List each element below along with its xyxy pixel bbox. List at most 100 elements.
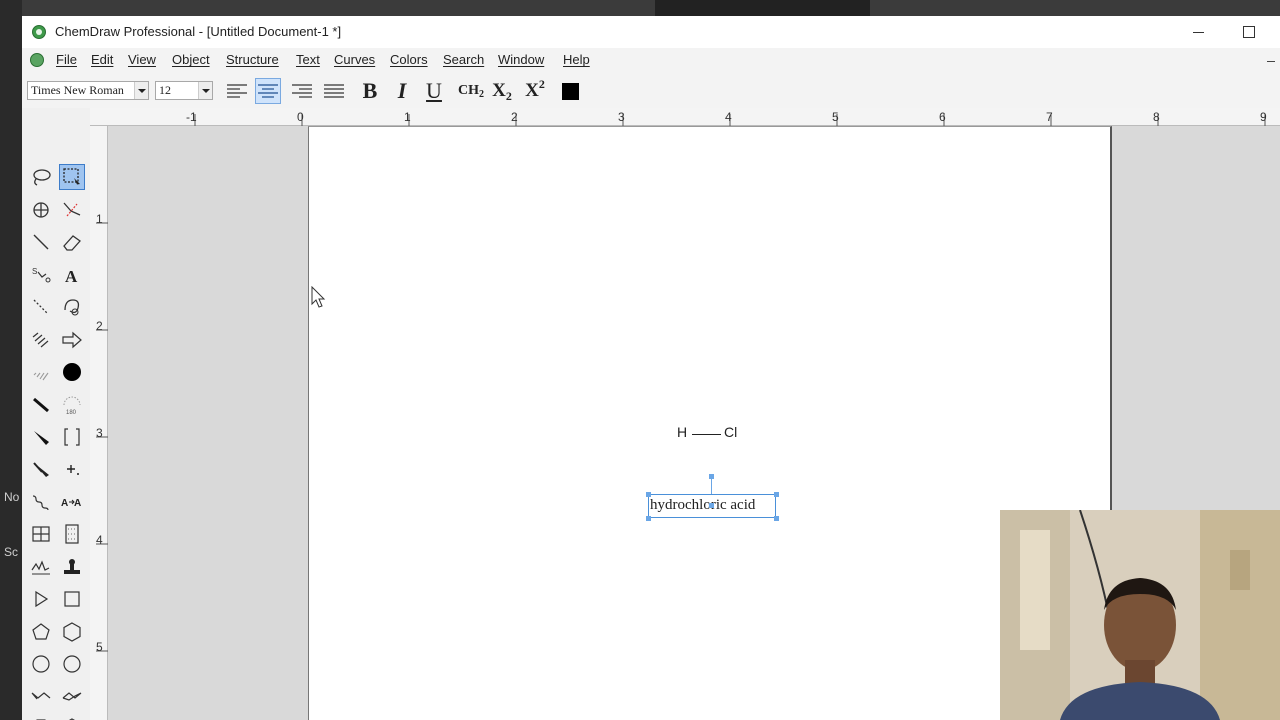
chain-tool[interactable]: S (28, 262, 54, 288)
document-page[interactable] (308, 126, 1112, 720)
selection-handle[interactable] (646, 492, 651, 497)
menu-structure[interactable]: Structure (226, 52, 279, 67)
superscript-button[interactable]: X2 (522, 76, 548, 104)
chair-tool[interactable] (28, 683, 54, 709)
tlc-plate-tool[interactable] (59, 521, 85, 547)
desktop-left-strip: No Sc (0, 0, 22, 720)
menu-help[interactable]: Help (563, 52, 590, 67)
bold-button[interactable]: B (357, 78, 383, 104)
horizontal-ruler-ticks (194, 114, 1266, 126)
table-tool[interactable] (28, 521, 54, 547)
selection-handle[interactable] (646, 516, 651, 521)
align-left-icon (227, 84, 247, 98)
menu-curves[interactable]: Curves (334, 52, 375, 67)
align-left-button[interactable] (224, 78, 250, 104)
menu-file[interactable]: File (56, 52, 77, 67)
atom-map-tool[interactable]: AA (59, 489, 85, 515)
eraser-tool[interactable] (59, 229, 85, 255)
atom-chlorine[interactable]: Cl (724, 424, 737, 440)
chair-alt-icon (62, 692, 82, 701)
superscript-digit: 2 (538, 76, 545, 91)
menu-edit[interactable]: Edit (91, 52, 113, 67)
template-stamp-tool[interactable] (59, 554, 85, 580)
pen-curve-icon (64, 299, 80, 316)
marquee-tool[interactable] (59, 164, 85, 190)
text-tool[interactable]: A (59, 262, 85, 288)
lasso-tool[interactable] (28, 164, 54, 190)
cyclooctane-tool[interactable] (28, 715, 54, 720)
chevron-down-icon[interactable] (134, 82, 148, 99)
wavy-bond-tool[interactable] (28, 489, 54, 515)
formula-label: CH (458, 83, 479, 98)
lasso-icon (33, 169, 51, 186)
horizontal-ruler: -1 0 1 2 3 4 5 6 7 8 9 (90, 108, 1280, 126)
hashed-wedge-tool[interactable] (28, 359, 54, 385)
menu-window[interactable]: Window (498, 52, 544, 67)
solid-bond-tool[interactable] (28, 229, 54, 255)
arrow-tool[interactable] (59, 327, 85, 353)
formula-subscript: 2 (479, 88, 484, 100)
minimize-button[interactable] (1183, 22, 1213, 42)
cycloheptane-tool[interactable] (59, 651, 85, 677)
mass-fragmentation-tool[interactable] (59, 197, 85, 223)
triangle-play-icon (35, 590, 49, 608)
underline-button[interactable]: U (421, 78, 447, 104)
hcl-molecule[interactable]: H Cl (676, 424, 756, 446)
font-name-select[interactable]: Times New Roman (27, 81, 149, 100)
structure-perspective-tool[interactable] (28, 197, 54, 223)
document-minimize-button[interactable] (1266, 54, 1276, 64)
pen-tool[interactable] (59, 294, 85, 320)
wedge-bond-tool[interactable] (28, 424, 54, 450)
single-bond[interactable] (692, 434, 721, 435)
menu-colors[interactable]: Colors (390, 52, 428, 67)
bracket-tool[interactable] (59, 424, 85, 450)
presenter-video-image (1000, 510, 1280, 720)
rectangle-tool[interactable] (59, 586, 85, 612)
text-color-button[interactable] (557, 78, 583, 104)
fragmentation-icon (63, 202, 81, 217)
selection-handle[interactable] (774, 516, 779, 521)
rotation-handle[interactable] (709, 474, 714, 479)
selection-handle[interactable] (774, 492, 779, 497)
document-icon[interactable] (30, 53, 44, 67)
ruler-label: 4 (96, 533, 103, 547)
font-size-select[interactable]: 12 (155, 81, 213, 100)
single-bond-icon (33, 234, 49, 250)
orbital-tool[interactable] (59, 359, 85, 385)
chair-alt-tool[interactable] (59, 683, 85, 709)
spectrum-tool[interactable] (28, 554, 54, 580)
bold-bond-tool[interactable] (28, 392, 54, 418)
benzene-tool[interactable] (59, 715, 85, 720)
align-right-button[interactable] (289, 78, 315, 104)
rotation-tool[interactable]: 180 (59, 392, 85, 418)
formula-button[interactable]: CH 2 (455, 78, 487, 104)
ruler-label: 3 (618, 110, 625, 124)
plus-charge-icon (67, 465, 79, 475)
atom-hydrogen[interactable]: H (677, 424, 687, 440)
play-tool[interactable] (28, 586, 54, 612)
dashed-bond-tool[interactable] (28, 294, 54, 320)
center-handle[interactable] (709, 503, 714, 508)
menu-text[interactable]: Text (296, 52, 320, 67)
title-bar[interactable]: ChemDraw Professional - [Untitled Docume… (22, 16, 1280, 48)
subscript-button[interactable]: X2 (489, 78, 515, 104)
align-justify-button[interactable] (321, 78, 347, 104)
menu-search[interactable]: Search (443, 52, 484, 67)
menu-view[interactable]: View (128, 52, 156, 67)
svg-text:A: A (74, 498, 81, 509)
circle-tool[interactable] (28, 651, 54, 677)
ruler-label: 4 (725, 110, 732, 124)
italic-button[interactable]: I (389, 78, 415, 104)
filled-circle-icon (63, 363, 81, 381)
caption-text[interactable]: hydrochloric acid (650, 497, 755, 514)
menu-object[interactable]: Object (172, 52, 210, 67)
hashed-bond-tool[interactable] (28, 327, 54, 353)
align-center-icon (258, 84, 278, 98)
hollow-wedge-tool[interactable] (28, 456, 54, 482)
maximize-button[interactable] (1233, 22, 1263, 42)
chevron-down-icon[interactable] (198, 82, 212, 99)
charge-tool[interactable] (59, 456, 85, 482)
align-center-button[interactable] (255, 78, 281, 104)
cyclopentane-tool[interactable] (28, 619, 54, 645)
cyclohexane-tool[interactable] (59, 619, 85, 645)
